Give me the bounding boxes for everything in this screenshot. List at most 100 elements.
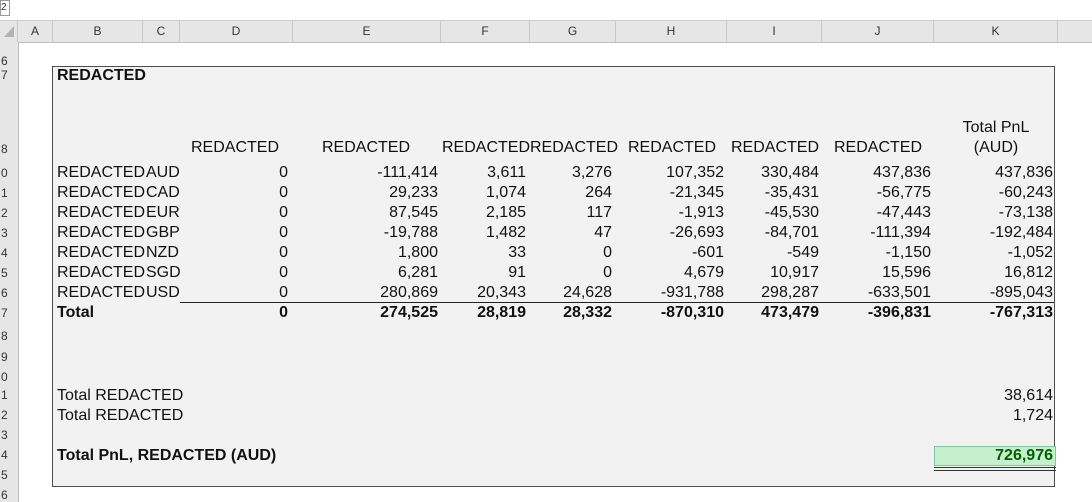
row-header[interactable]: 6 bbox=[0, 286, 11, 300]
cell-i[interactable]: -45,530 bbox=[727, 203, 819, 223]
column-header-k[interactable]: K bbox=[934, 21, 1058, 42]
row-currency[interactable]: SGD bbox=[146, 263, 181, 283]
cell-i[interactable]: 330,484 bbox=[727, 163, 819, 183]
column-header-b[interactable]: B bbox=[53, 21, 143, 42]
total-i[interactable]: 473,479 bbox=[727, 303, 819, 323]
row-label[interactable]: REDACTED bbox=[57, 163, 145, 183]
row-header[interactable]: 1 bbox=[0, 388, 11, 402]
row-header[interactable]: 7 bbox=[0, 306, 11, 320]
row-currency[interactable]: AUD bbox=[146, 163, 180, 183]
cell-d[interactable]: 0 bbox=[180, 243, 288, 263]
header-col-g[interactable]: REDACTED bbox=[530, 138, 618, 158]
cell-e[interactable]: 87,545 bbox=[293, 203, 438, 223]
column-header-h[interactable]: H bbox=[616, 21, 727, 42]
header-col-f[interactable]: REDACTED bbox=[442, 138, 530, 158]
cell-k[interactable]: 16,812 bbox=[934, 263, 1053, 283]
column-header-c[interactable]: C bbox=[143, 21, 180, 42]
row-header[interactable]: 0 bbox=[0, 166, 11, 180]
cell-h[interactable]: -1,913 bbox=[616, 203, 724, 223]
cell-k[interactable]: 437,836 bbox=[934, 163, 1053, 183]
name-box[interactable]: 2 bbox=[0, 0, 10, 16]
cell-h[interactable]: -21,345 bbox=[616, 183, 724, 203]
cell-f[interactable]: 3,611 bbox=[441, 163, 526, 183]
cell-k[interactable]: -73,138 bbox=[934, 203, 1053, 223]
cell-f[interactable]: 2,185 bbox=[441, 203, 526, 223]
header-col-d[interactable]: REDACTED bbox=[184, 138, 286, 158]
cell-e[interactable]: 280,869 bbox=[293, 283, 438, 303]
row-header[interactable]: 6 bbox=[0, 488, 11, 502]
cell-j[interactable]: -56,775 bbox=[822, 183, 931, 203]
cell-g[interactable]: 0 bbox=[530, 243, 612, 263]
row-header[interactable]: 7 bbox=[0, 68, 11, 82]
row-header[interactable]: 8 bbox=[0, 329, 11, 343]
row-currency[interactable]: EUR bbox=[146, 203, 180, 223]
row-header[interactable]: 2 bbox=[0, 206, 11, 220]
cell-d[interactable]: 0 bbox=[180, 283, 288, 303]
column-header-e[interactable]: E bbox=[293, 21, 441, 42]
row-header[interactable]: 1 bbox=[0, 186, 11, 200]
row-header[interactable]: 0 bbox=[0, 370, 11, 384]
cell-e[interactable]: 29,233 bbox=[293, 183, 438, 203]
total-g[interactable]: 28,332 bbox=[530, 303, 612, 323]
row-header[interactable]: 4 bbox=[0, 246, 11, 260]
row-header[interactable]: 6 bbox=[0, 54, 11, 68]
cell-g[interactable]: 117 bbox=[530, 203, 612, 223]
row-header[interactable]: 5 bbox=[0, 468, 11, 482]
cell-f[interactable]: 1,074 bbox=[441, 183, 526, 203]
cell-f[interactable]: 20,343 bbox=[441, 283, 526, 303]
cell-j[interactable]: -633,501 bbox=[822, 283, 931, 303]
cell-g[interactable]: 3,276 bbox=[530, 163, 612, 183]
cell-h[interactable]: -601 bbox=[616, 243, 724, 263]
total-f[interactable]: 28,819 bbox=[441, 303, 526, 323]
cell-e[interactable]: 1,800 bbox=[293, 243, 438, 263]
row-currency[interactable]: CAD bbox=[146, 183, 180, 203]
header-col-k-line1[interactable]: Total PnL bbox=[938, 118, 1054, 138]
cell-d[interactable]: 0 bbox=[180, 223, 288, 243]
cell-d[interactable]: 0 bbox=[180, 163, 288, 183]
row-label[interactable]: REDACTED bbox=[57, 223, 145, 243]
column-header-i[interactable]: I bbox=[727, 21, 822, 42]
row-label[interactable]: REDACTED bbox=[57, 283, 145, 303]
cell-h[interactable]: -931,788 bbox=[616, 283, 724, 303]
cell-g[interactable]: 264 bbox=[530, 183, 612, 203]
header-col-k-line2[interactable]: (AUD) bbox=[938, 138, 1054, 158]
header-col-i[interactable]: REDACTED bbox=[725, 138, 825, 158]
cell-f[interactable]: 33 bbox=[441, 243, 526, 263]
total-d[interactable]: 0 bbox=[180, 303, 288, 323]
cell-j[interactable]: 15,596 bbox=[822, 263, 931, 283]
final-total-label[interactable]: Total PnL, REDACTED (AUD) bbox=[57, 446, 276, 466]
cell-g[interactable]: 24,628 bbox=[530, 283, 612, 303]
cell-d[interactable]: 0 bbox=[180, 263, 288, 283]
total-k[interactable]: -767,313 bbox=[934, 303, 1053, 323]
cell-g[interactable]: 47 bbox=[530, 223, 612, 243]
row-label[interactable]: REDACTED bbox=[57, 243, 145, 263]
extra-total-label-1[interactable]: Total REDACTED bbox=[57, 386, 183, 406]
row-header[interactable]: 9 bbox=[0, 350, 11, 364]
column-header-f[interactable]: F bbox=[441, 21, 530, 42]
extra-total-value-1[interactable]: 38,614 bbox=[934, 386, 1053, 406]
cell-e[interactable]: 6,281 bbox=[293, 263, 438, 283]
cell-g[interactable]: 0 bbox=[530, 263, 612, 283]
select-all-button[interactable] bbox=[0, 21, 18, 42]
cell-h[interactable]: 4,679 bbox=[616, 263, 724, 283]
column-header-d[interactable]: D bbox=[180, 21, 293, 42]
column-header-g[interactable]: G bbox=[530, 21, 616, 42]
total-h[interactable]: -870,310 bbox=[616, 303, 724, 323]
row-label[interactable]: REDACTED bbox=[57, 263, 145, 283]
row-header[interactable]: 4 bbox=[0, 448, 11, 462]
row-header[interactable]: 2 bbox=[0, 408, 11, 422]
column-header-j[interactable]: J bbox=[822, 21, 934, 42]
cell-k[interactable]: -1,052 bbox=[934, 243, 1053, 263]
cell-d[interactable]: 0 bbox=[180, 183, 288, 203]
row-currency[interactable]: GBP bbox=[146, 223, 180, 243]
cell-j[interactable]: -111,394 bbox=[822, 223, 931, 243]
total-label[interactable]: Total bbox=[57, 303, 94, 323]
cell-k[interactable]: -192,484 bbox=[934, 223, 1053, 243]
cell-i[interactable]: -35,431 bbox=[727, 183, 819, 203]
total-e[interactable]: 274,525 bbox=[293, 303, 438, 323]
cell-h[interactable]: -26,693 bbox=[616, 223, 724, 243]
header-col-e[interactable]: REDACTED bbox=[316, 138, 416, 158]
cell-k[interactable]: -60,243 bbox=[934, 183, 1053, 203]
cell-k[interactable]: -895,043 bbox=[934, 283, 1053, 303]
cell-i[interactable]: 10,917 bbox=[727, 263, 819, 283]
